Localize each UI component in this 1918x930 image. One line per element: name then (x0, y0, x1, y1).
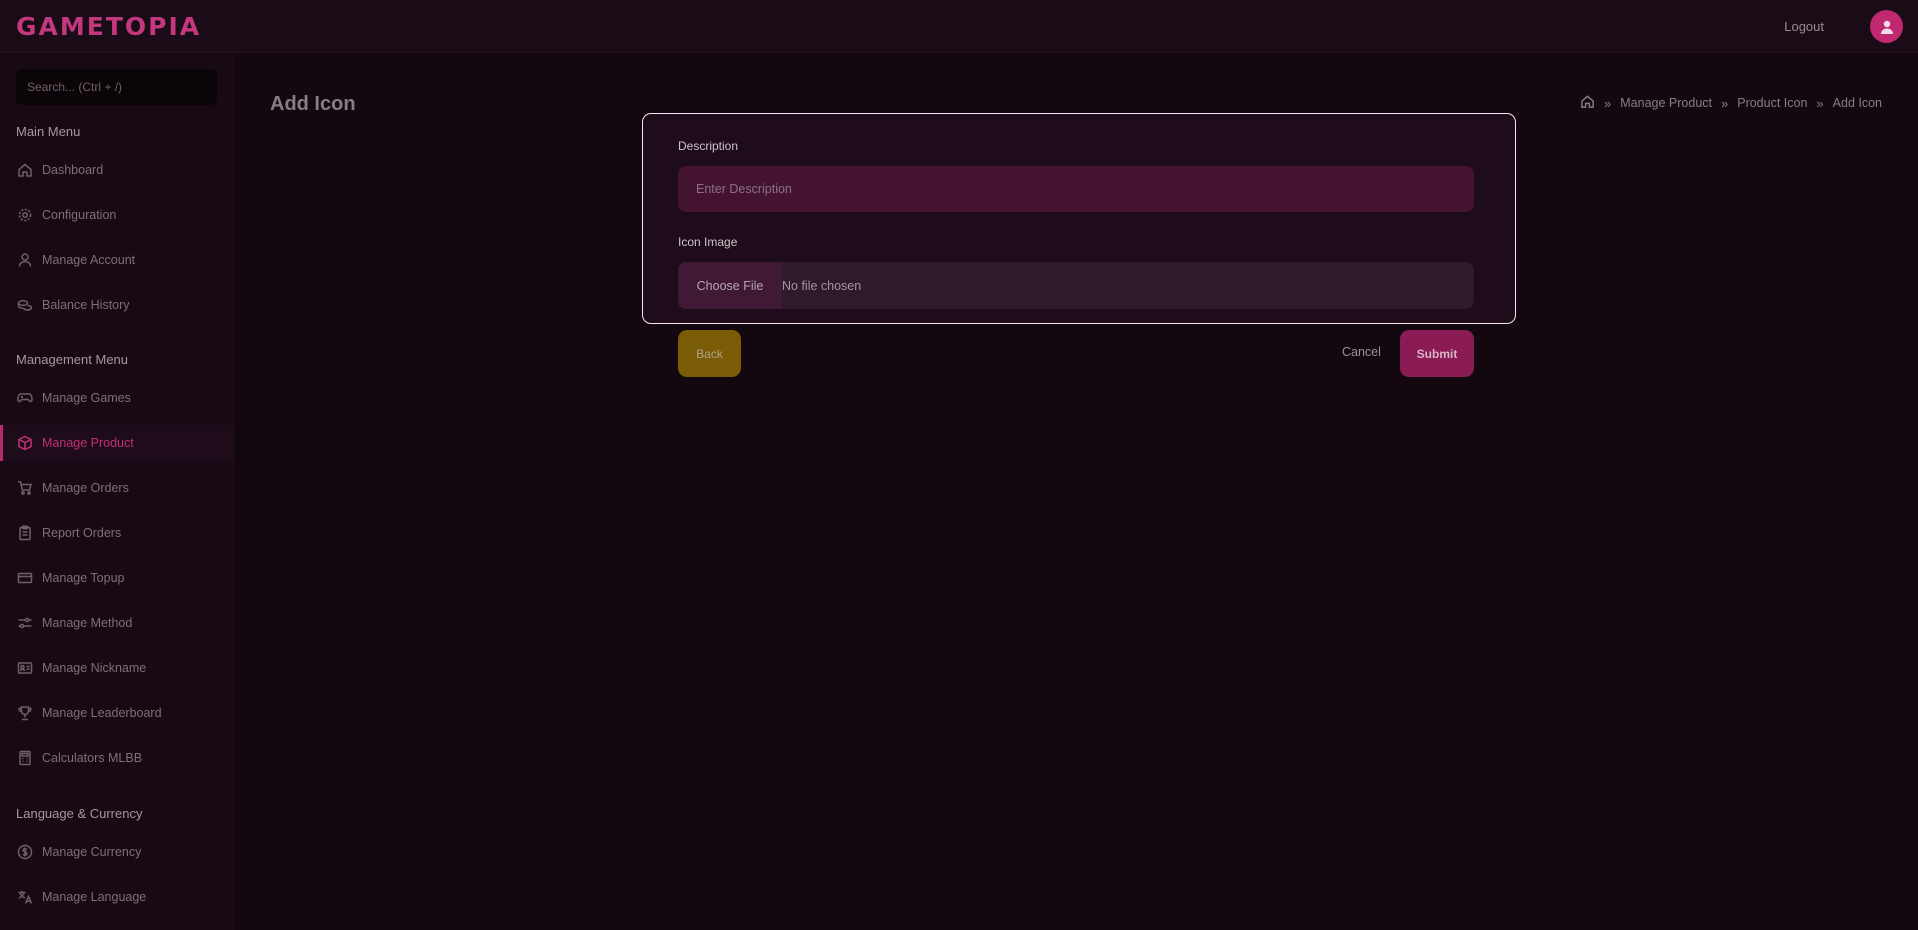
breadcrumb-product-icon[interactable]: Product Icon (1737, 96, 1807, 110)
sidebar-item-manage-currency[interactable]: Manage Currency (0, 834, 233, 870)
sidebar-item-label: Manage Leaderboard (42, 706, 162, 720)
sidebar-item-label: Manage Method (42, 616, 133, 630)
breadcrumb: » Manage Product » Product Icon » Add Ic… (1580, 94, 1882, 112)
sliders-icon (17, 615, 33, 631)
cancel-button[interactable]: Cancel (1342, 345, 1381, 359)
breadcrumb-separator-icon: » (1604, 95, 1612, 111)
sidebar-item-manage-games[interactable]: Manage Games (0, 380, 233, 416)
description-input[interactable] (678, 166, 1474, 212)
sidebar-item-label: Manage Account (42, 253, 136, 267)
sidebar-item-label: Manage Orders (42, 481, 129, 495)
sidebar-item-manage-leaderboard[interactable]: Manage Leaderboard (0, 695, 233, 731)
sidebar-item-label: Report Orders (42, 526, 122, 540)
sidebar: Main Menu Dashboard Configuration Manage… (0, 54, 234, 930)
page-title: Add Icon (270, 93, 356, 115)
sidebar-item-label: Manage Topup (42, 571, 125, 585)
section-title-management-menu: Management Menu (16, 352, 129, 367)
translate-icon (17, 889, 33, 905)
home-icon[interactable] (1580, 94, 1595, 112)
sidebar-item-label: Manage Language (42, 890, 147, 904)
sidebar-item-manage-product[interactable]: Manage Product (0, 425, 233, 461)
coins-icon (17, 297, 33, 313)
sidebar-item-manage-account[interactable]: Manage Account (0, 242, 233, 278)
description-label: Description (678, 139, 739, 153)
dollar-circle-icon (17, 844, 33, 860)
section-title-main-menu: Main Menu (16, 124, 81, 139)
gamepad-icon (17, 390, 33, 406)
sidebar-item-report-orders[interactable]: Report Orders (0, 515, 233, 551)
sidebar-item-label: Dashboard (42, 163, 104, 177)
sidebar-item-configuration[interactable]: Configuration (0, 197, 233, 233)
sidebar-item-label: Manage Product (42, 436, 134, 450)
sidebar-item-manage-topup[interactable]: Manage Topup (0, 560, 233, 596)
app-logo[interactable]: GAMETOPIA (16, 12, 201, 41)
user-icon (1880, 20, 1893, 34)
sidebar-item-manage-language[interactable]: Manage Language (0, 879, 233, 915)
breadcrumb-add-icon: Add Icon (1832, 96, 1882, 110)
calculator-icon (17, 750, 33, 766)
sidebar-item-manage-nickname[interactable]: Manage Nickname (0, 650, 233, 686)
sidebar-item-dashboard[interactable]: Dashboard (0, 152, 233, 188)
avatar[interactable] (1870, 10, 1903, 43)
add-icon-form-card: Description Icon Image Choose File No fi… (642, 113, 1516, 324)
breadcrumb-separator-icon: » (1816, 95, 1824, 111)
gear-icon (17, 207, 33, 223)
sidebar-item-label: Balance History (42, 298, 130, 312)
file-status-text: No file chosen (782, 278, 862, 293)
clipboard-icon (17, 525, 33, 541)
trophy-icon (17, 705, 33, 721)
sidebar-item-label: Manage Nickname (42, 661, 147, 675)
card-icon (17, 570, 33, 586)
sidebar-item-label: Calculators MLBB (42, 751, 143, 765)
sidebar-item-manage-orders[interactable]: Manage Orders (0, 470, 233, 506)
id-card-icon (17, 660, 33, 676)
sidebar-item-label: Manage Games (42, 391, 131, 405)
home-icon (17, 162, 33, 178)
sidebar-item-calculators-mlbb[interactable]: Calculators MLBB (0, 740, 233, 776)
top-header: GAMETOPIA Logout (0, 0, 1918, 53)
breadcrumb-separator-icon: » (1721, 95, 1729, 111)
cart-icon (17, 480, 33, 496)
sidebar-item-manage-method[interactable]: Manage Method (0, 605, 233, 641)
icon-image-file-input[interactable]: Choose File No file chosen (678, 262, 1474, 309)
sidebar-item-label: Manage Currency (42, 845, 142, 859)
breadcrumb-manage-product[interactable]: Manage Product (1620, 96, 1712, 110)
user-icon (17, 252, 33, 268)
choose-file-button[interactable]: Choose File (678, 262, 782, 309)
submit-button[interactable]: Submit (1400, 330, 1474, 377)
sidebar-item-label: Configuration (42, 208, 117, 222)
back-button[interactable]: Back (678, 330, 741, 377)
logout-link[interactable]: Logout (1784, 19, 1824, 34)
section-title-language-currency: Language & Currency (16, 806, 143, 821)
search-input[interactable] (16, 69, 217, 105)
box-icon (17, 435, 33, 451)
sidebar-item-balance-history[interactable]: Balance History (0, 287, 233, 323)
icon-image-label: Icon Image (678, 235, 738, 249)
